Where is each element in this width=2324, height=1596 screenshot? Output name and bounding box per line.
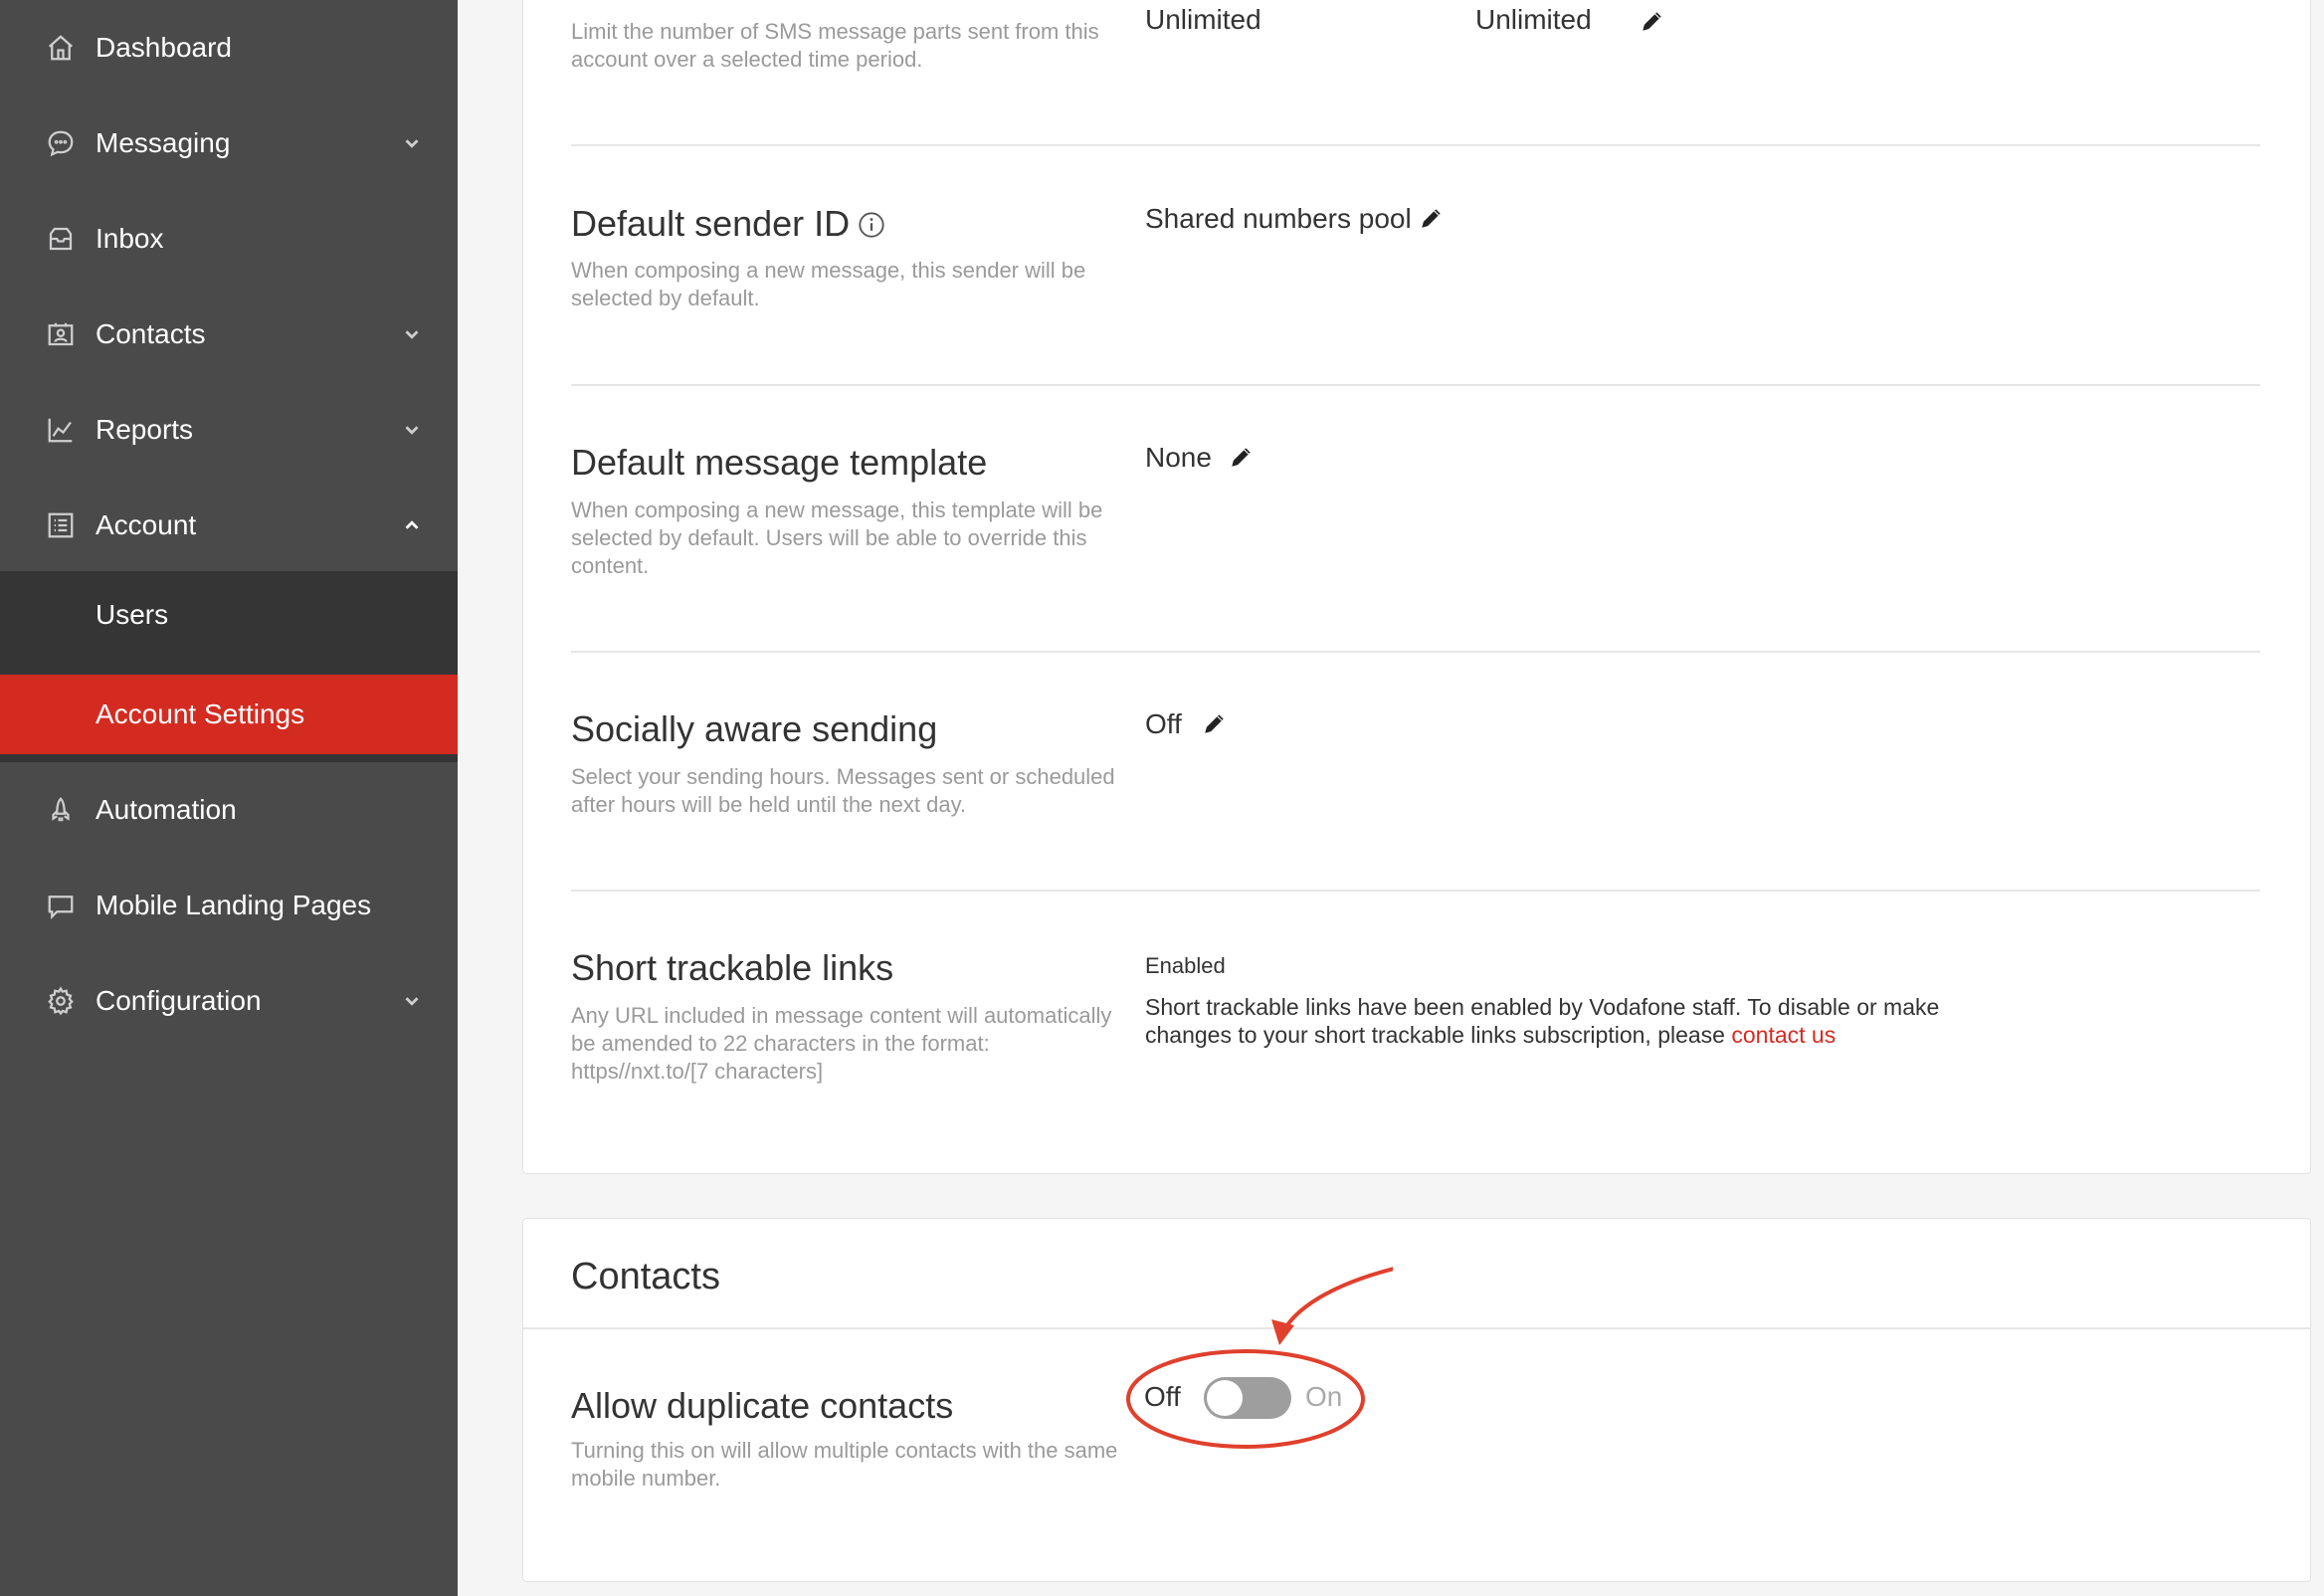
section-divider	[523, 1327, 2310, 1329]
socially-aware-title: Socially aware sending	[571, 708, 938, 749]
contact-us-link[interactable]: contact us	[1731, 1022, 1836, 1048]
sidebar-item-label: Account	[96, 509, 197, 540]
socially-aware-value: Off	[1145, 708, 1182, 739]
toggle-on-label: On	[1305, 1381, 1343, 1412]
sidebar-item-inbox[interactable]: Inbox	[0, 191, 458, 287]
home-icon	[46, 33, 76, 63]
chevron-down-icon	[398, 987, 426, 1015]
chevron-down-icon	[398, 129, 426, 157]
sidebar-item-label: Configuration	[96, 985, 262, 1016]
chevron-down-icon	[398, 320, 426, 348]
short-links-title: Short trackable links	[571, 947, 894, 988]
sidebar-item-reports[interactable]: Reports	[0, 382, 458, 478]
row-divider	[571, 384, 2260, 386]
chevron-down-icon	[398, 416, 426, 444]
sidebar-item-label: Contacts	[96, 318, 206, 349]
sidebar-item-label: Messaging	[96, 127, 231, 158]
sidebar-item-label: Account Settings	[96, 698, 305, 729]
message-template-description: When composing a new message, this templ…	[571, 498, 1103, 578]
inbox-icon	[46, 224, 76, 254]
list-icon	[46, 510, 76, 540]
short-links-status: Enabled	[1145, 953, 1226, 978]
edit-pencil-icon[interactable]	[1419, 205, 1445, 231]
message-template-value: None	[1145, 442, 1212, 473]
sidebar-item-contacts[interactable]: Contacts	[0, 287, 458, 382]
edit-pencil-icon[interactable]	[1640, 8, 1665, 34]
sidebar-item-label: Users	[96, 599, 169, 630]
chevron-up-icon	[398, 511, 426, 539]
row-divider	[571, 651, 2260, 653]
edit-pencil-icon[interactable]	[1202, 710, 1228, 736]
short-links-note: Short trackable links have been enabled …	[1145, 993, 1941, 1049]
sidebar-item-label: Reports	[96, 414, 194, 445]
toggle-switch[interactable]	[1204, 1377, 1291, 1419]
mobile-page-icon	[46, 891, 76, 920]
info-icon[interactable]	[858, 206, 885, 238]
duplicate-contacts-toggle[interactable]: Off On	[1144, 1375, 1343, 1423]
sidebar-item-label: Mobile Landing Pages	[96, 890, 372, 920]
contact-card-icon	[46, 319, 76, 349]
sender-id-title: Default sender ID	[571, 203, 885, 245]
contacts-section-title: Contacts	[571, 1256, 720, 1297]
sms-limit-period-value: Unlimited	[1475, 4, 1592, 35]
sidebar-item-configuration[interactable]: Configuration	[0, 953, 458, 1049]
sms-limit-description: Limit the number of SMS message parts se…	[571, 19, 1099, 72]
sidebar-item-dashboard[interactable]: Dashboard	[0, 0, 458, 96]
short-links-description: Any URL included in message content will…	[571, 1003, 1112, 1084]
sidebar-item-automation[interactable]: Automation	[0, 762, 458, 858]
gear-icon	[46, 986, 76, 1016]
sidebar: Dashboard Messaging Inbox Contacts Repor…	[0, 0, 458, 1596]
sidebar-item-account[interactable]: Account	[0, 478, 458, 573]
duplicate-contacts-title: Allow duplicate contacts	[571, 1385, 954, 1426]
sidebar-item-label: Inbox	[96, 223, 164, 254]
sidebar-subitem-account-settings[interactable]: Account Settings	[0, 675, 458, 754]
row-divider	[571, 144, 2260, 146]
row-divider	[571, 890, 2260, 892]
sidebar-item-messaging[interactable]: Messaging	[0, 96, 458, 191]
sidebar-item-label: Automation	[96, 794, 237, 825]
toggle-off-label: Off	[1144, 1381, 1181, 1412]
duplicate-contacts-description: Turning this on will allow multiple cont…	[571, 1438, 1118, 1491]
rocket-icon	[46, 795, 76, 825]
socially-aware-description: Select your sending hours. Messages sent…	[571, 764, 1115, 817]
sender-id-title-text: Default sender ID	[571, 203, 851, 244]
sidebar-item-label: Dashboard	[96, 32, 232, 63]
line-chart-icon	[46, 415, 76, 445]
edit-pencil-icon[interactable]	[1229, 444, 1255, 470]
account-submenu: Users Account Settings	[0, 571, 458, 762]
toggle-knob	[1207, 1380, 1243, 1416]
message-template-title: Default message template	[571, 442, 988, 483]
sidebar-subitem-users[interactable]: Users	[0, 571, 458, 659]
sender-id-value: Shared numbers pool	[1145, 203, 1412, 234]
sidebar-item-mobile-landing-pages[interactable]: Mobile Landing Pages	[0, 858, 458, 953]
chat-bubble-icon	[46, 128, 76, 158]
sender-id-description: When composing a new message, this sende…	[571, 258, 1086, 310]
sms-limit-value: Unlimited	[1145, 4, 1261, 35]
